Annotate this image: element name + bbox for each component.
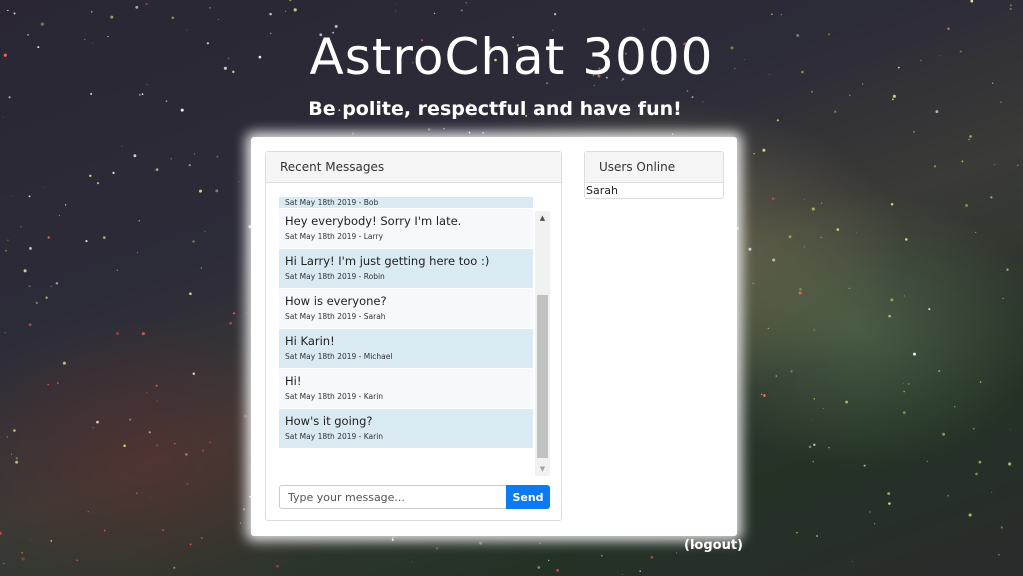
message-list-scrollbar[interactable]: ▲ ▼ — [535, 211, 550, 476]
app-title: AstroChat 3000 — [309, 28, 714, 86]
users-online-panel: Users Online Sarah — [584, 151, 724, 199]
chat-card: Recent Messages Sat May 18th 2019 - Bob … — [251, 137, 737, 536]
message-item: How is everyone? Sat May 18th 2019 - Sar… — [279, 289, 533, 329]
scrollbar-thumb[interactable] — [537, 295, 548, 458]
recent-messages-heading: Recent Messages — [266, 152, 561, 183]
message-meta: Sat May 18th 2019 - Karin — [285, 392, 384, 401]
message-text: How's it going? — [285, 414, 373, 428]
message-meta: Sat May 18th 2019 - Karin — [285, 432, 384, 441]
message-text: Hi! — [285, 374, 302, 388]
message-meta: Sat May 18th 2019 - Larry — [285, 232, 384, 241]
message-compose-row: Send — [279, 485, 551, 509]
send-button[interactable]: Send — [506, 485, 550, 509]
message-meta: Sat May 18th 2019 - Sarah — [285, 312, 386, 321]
message-text: Hi Karin! — [285, 334, 335, 348]
recent-messages-panel: Recent Messages Sat May 18th 2019 - Bob … — [265, 151, 562, 521]
app-subtitle: Be polite, respectful and have fun! — [308, 98, 682, 120]
online-user-item: Sarah — [586, 184, 618, 197]
message-text: Hi Larry! I'm just getting here too :) — [285, 254, 490, 268]
message-item: How's it going? Sat May 18th 2019 - Kari… — [279, 409, 533, 449]
users-online-heading: Users Online — [585, 152, 723, 183]
logout-link[interactable]: (logout) — [684, 538, 743, 553]
message-item: Hi Larry! I'm just getting here too :) S… — [279, 249, 533, 289]
message-item: Hey everybody! Sorry I'm late. Sat May 1… — [279, 209, 533, 249]
scroll-down-icon[interactable]: ▼ — [535, 462, 550, 476]
message-meta: Sat May 18th 2019 - Robin — [285, 272, 385, 281]
message-input[interactable] — [279, 485, 507, 509]
message-item: Hi! Sat May 18th 2019 - Karin — [279, 369, 533, 409]
message-text: How is everyone? — [285, 294, 387, 308]
message-meta: Sat May 18th 2019 - Bob — [285, 198, 379, 207]
message-meta: Sat May 18th 2019 - Michael — [285, 352, 393, 361]
message-text: Hey everybody! Sorry I'm late. — [285, 214, 462, 228]
message-item: Hi Karin! Sat May 18th 2019 - Michael — [279, 329, 533, 369]
message-item: Sat May 18th 2019 - Bob — [279, 197, 533, 209]
message-list[interactable]: Sat May 18th 2019 - Bob Hey everybody! S… — [279, 197, 533, 453]
scroll-up-icon[interactable]: ▲ — [535, 211, 550, 225]
